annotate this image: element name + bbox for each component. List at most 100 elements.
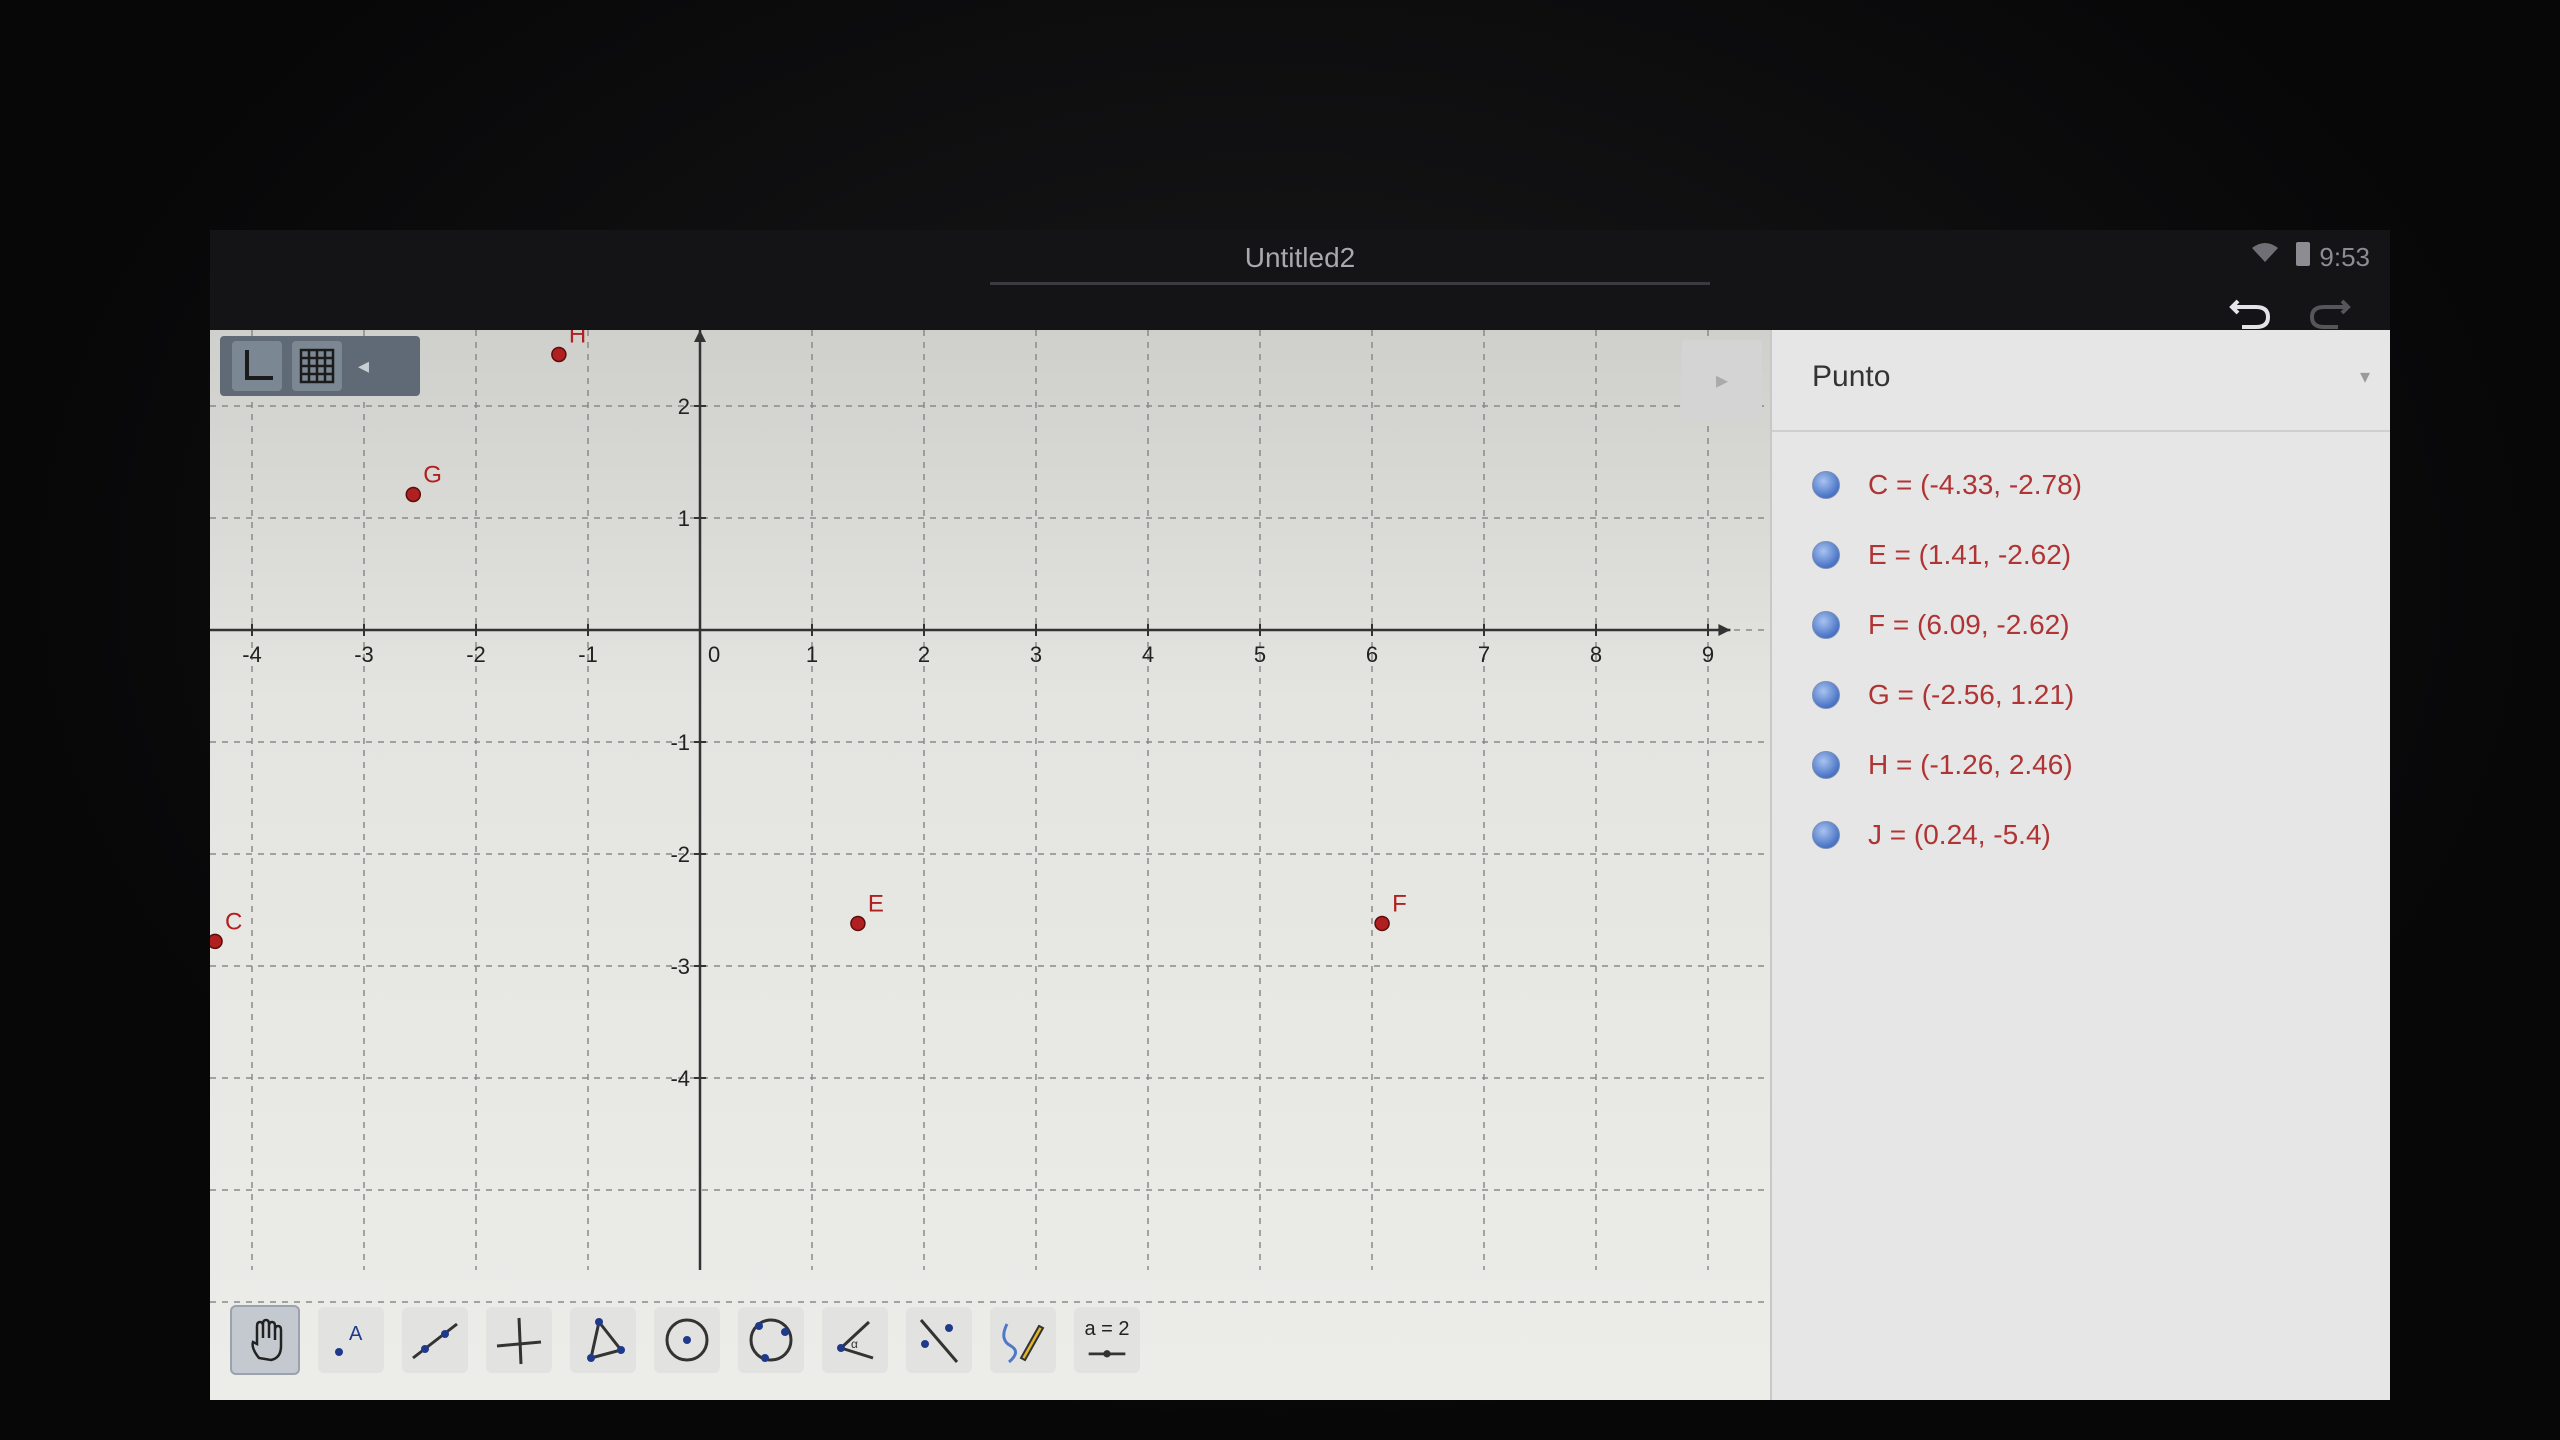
tool-move-hand-button[interactable] <box>230 1305 300 1375</box>
algebra-item-text: E = (1.41, -2.62) <box>1868 539 2072 570</box>
point-label-g: G <box>423 461 442 488</box>
chevron-down-icon[interactable]: ▾ <box>2360 364 2370 389</box>
y-tick-label: 2 <box>678 394 690 419</box>
algebra-item-text: G = (-2.56, 1.21) <box>1868 679 2075 710</box>
geogebra-app: -4-3-2-1123456789-4-3-2-11230CEFGH ◂ <box>210 330 2390 1400</box>
circle-three-points-icon <box>749 1318 793 1362</box>
x-tick-label: -1 <box>578 642 598 667</box>
toggle-grid-button[interactable] <box>292 341 342 391</box>
x-tick-label: 2 <box>918 642 930 667</box>
angle-icon: α <box>837 1320 874 1360</box>
x-tick-label: -2 <box>466 642 486 667</box>
graphics-view[interactable]: -4-3-2-1123456789-4-3-2-11230CEFGH ◂ <box>210 330 1770 1400</box>
point-icon: A <box>335 1323 363 1356</box>
algebra-category-title: Punto <box>1812 360 1891 393</box>
tool-circle-three-points-button[interactable] <box>738 1307 804 1373</box>
x-tick-label: -4 <box>242 642 262 667</box>
origin-label: 0 <box>708 642 720 667</box>
point-label-c: C <box>225 908 242 935</box>
algebra-item[interactable]: C = (-4.33, -2.78) <box>1772 450 2390 520</box>
visibility-toggle-icon[interactable] <box>1812 821 1840 849</box>
point-label-e: E <box>868 890 884 917</box>
pen-icon <box>1002 1323 1045 1364</box>
tool-point-button[interactable]: A <box>318 1307 384 1373</box>
document-title: Untitled2 <box>1244 242 1356 273</box>
point-c[interactable] <box>210 933 223 950</box>
x-tick-label: 4 <box>1142 642 1154 667</box>
y-tick-label: -2 <box>670 842 690 867</box>
x-axis-arrow <box>1718 624 1731 636</box>
algebra-item[interactable]: F = (6.09, -2.62) <box>1772 590 2390 660</box>
point-label-f: F <box>1392 890 1407 917</box>
x-tick-label: 1 <box>806 642 818 667</box>
algebra-view: ▸ Punto ▾ C = (-4.33, -2.78) E = (1.41, -… <box>1682 330 2390 1400</box>
battery-icon <box>2296 242 2310 266</box>
slider-label: a = 2 <box>1084 1317 1130 1340</box>
visibility-toggle-icon[interactable] <box>1812 471 1840 499</box>
y-tick-label: -3 <box>670 954 690 979</box>
algebra-item-text: J = (0.24, -5.4) <box>1868 819 2051 850</box>
visibility-toggle-icon[interactable] <box>1812 681 1840 709</box>
svg-text:α: α <box>851 1337 858 1351</box>
y-axis-arrow <box>694 330 706 342</box>
algebra-header: ▸ Punto ▾ <box>1682 330 2390 432</box>
y-tick-label: 1 <box>678 506 690 531</box>
redo-icon <box>2309 299 2351 329</box>
algebra-item[interactable]: E = (1.41, -2.62) <box>1772 520 2390 590</box>
tool-angle-button[interactable]: α <box>822 1307 888 1373</box>
clock: 9:53 <box>2319 242 2370 272</box>
slider-icon <box>1088 1349 1126 1357</box>
visibility-toggle-icon[interactable] <box>1812 541 1840 569</box>
svg-text:A: A <box>349 1323 363 1345</box>
tool-slider-button[interactable]: a = 2 <box>1074 1307 1140 1373</box>
algebra-item[interactable]: J = (0.24, -5.4) <box>1772 800 2390 870</box>
point-e[interactable] <box>850 915 866 932</box>
wifi-icon <box>2252 243 2278 262</box>
tablet-screen: Untitled2 9:53 -4 -3 -2-1 1 2 3 4 5 6 7 … <box>210 230 2390 1400</box>
algebra-item-text: C = (-4.33, -2.78) <box>1868 469 2082 500</box>
line-icon <box>412 1322 458 1360</box>
visibility-toggle-icon[interactable] <box>1812 751 1840 779</box>
x-tick-label: 9 <box>1702 642 1714 667</box>
visibility-toggle-icon[interactable] <box>1812 611 1840 639</box>
coordinate-plane[interactable]: -4-3-2-1123456789-4-3-2-11230CEFGH <box>210 330 1770 1400</box>
x-tick-label: 6 <box>1366 642 1378 667</box>
title-underline <box>990 282 1710 285</box>
point-f[interactable] <box>1374 915 1390 932</box>
x-tick-label: 8 <box>1590 642 1602 667</box>
point-h[interactable] <box>551 346 567 363</box>
toggle-axes-button[interactable] <box>232 341 282 391</box>
x-tick-label: 5 <box>1254 642 1266 667</box>
reflect-icon <box>919 1319 959 1363</box>
algebra-item-text: H = (-1.26, 2.46) <box>1868 749 2073 780</box>
algebra-item[interactable]: G = (-2.56, 1.21) <box>1772 660 2390 730</box>
grid-icon <box>299 348 335 384</box>
algebra-list: C = (-4.33, -2.78) E = (1.41, -2.62) F = (… <box>1772 432 2390 870</box>
point-g[interactable] <box>405 486 422 503</box>
tool-reflect-button[interactable] <box>906 1307 972 1373</box>
tool-circle-center-button[interactable] <box>654 1307 720 1373</box>
tool-line-button[interactable] <box>402 1307 468 1373</box>
collapse-arrow-icon[interactable]: ◂ <box>358 353 369 379</box>
circle-center-icon <box>665 1318 709 1362</box>
graphics-style-bar: ◂ <box>220 336 420 396</box>
perpendicular-icon <box>496 1317 542 1365</box>
x-tick-label: -3 <box>354 642 374 667</box>
x-tick-label: 3 <box>1030 642 1042 667</box>
polygon-icon <box>587 1318 625 1362</box>
algebra-item-text: F = (6.09, -2.62) <box>1868 609 2070 640</box>
status-bar: Untitled2 9:53 <box>210 230 2390 329</box>
axes-icon <box>245 350 273 380</box>
move-hand-icon <box>251 1318 283 1362</box>
algebra-collapse-handle[interactable]: ▸ <box>1682 340 1762 420</box>
point-label-h: H <box>569 330 586 348</box>
y-tick-label: -4 <box>670 1066 690 1091</box>
x-tick-label: 7 <box>1478 642 1490 667</box>
tool-perpendicular-button[interactable] <box>486 1307 552 1373</box>
toolbar: Aα a = 2 <box>210 1280 1770 1400</box>
algebra-item[interactable]: H = (-1.26, 2.46) <box>1772 730 2390 800</box>
photo-frame: Untitled2 9:53 -4 -3 -2-1 1 2 3 4 5 6 7 … <box>0 0 2560 1440</box>
tool-polygon-button[interactable] <box>570 1307 636 1373</box>
tool-pen-button[interactable] <box>990 1307 1056 1373</box>
y-tick-label: -1 <box>670 730 690 755</box>
